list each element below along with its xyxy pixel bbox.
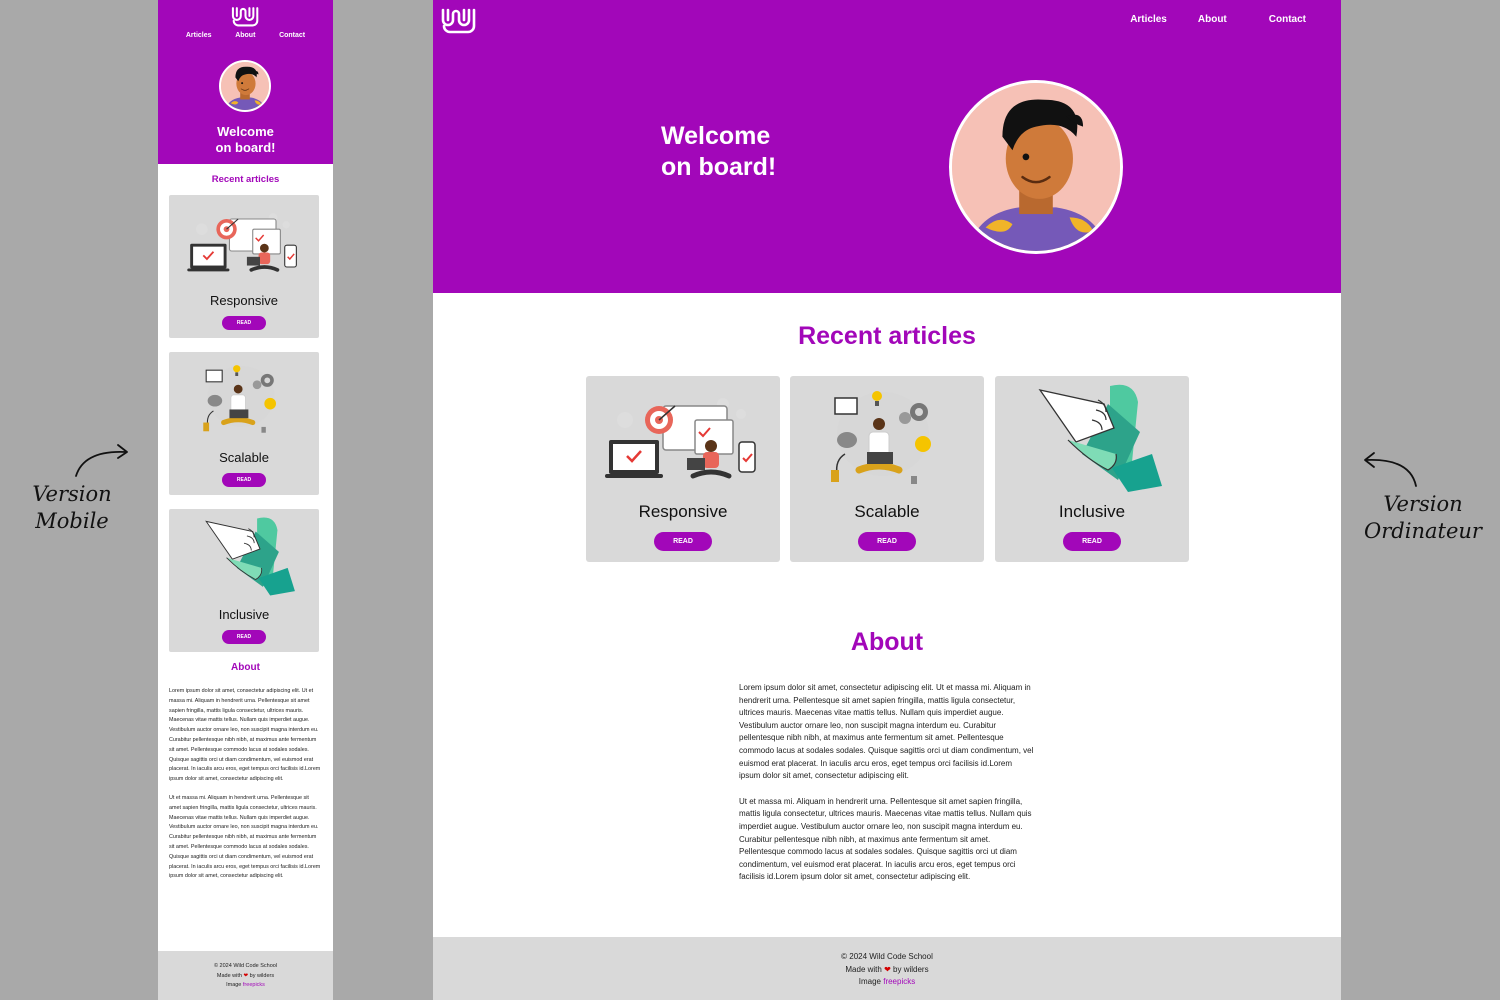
- freepicks-link[interactable]: freepicks: [883, 977, 915, 986]
- article-card-responsive: Responsive READ: [586, 376, 780, 562]
- footer-made-prefix: Made with: [216, 972, 242, 979]
- about-paragraph-1: Lorem ipsum dolor sit amet, consectetur …: [169, 688, 321, 783]
- freepicks-link[interactable]: freepicks: [243, 982, 265, 988]
- read-button[interactable]: READ: [654, 532, 712, 551]
- desktop-footer: © 2024 Wild Code School Made with ❤ by w…: [433, 937, 1341, 1000]
- about-title: About: [850, 628, 924, 656]
- desktop-nav: Articles About Contact: [1130, 14, 1341, 25]
- avatar: [219, 60, 271, 112]
- mobile-mockup: Articles About Contact Welcome on board!…: [158, 0, 333, 1000]
- desktop-header: Articles About Contact Welcome on board!: [433, 0, 1341, 293]
- mobile-version-note: Version Mobile: [20, 481, 124, 535]
- nav-articles-link[interactable]: Articles: [186, 32, 212, 39]
- wave-logo-icon[interactable]: [230, 5, 261, 27]
- footer-image-credit: Image freepicks: [158, 981, 333, 991]
- nav-contact-link[interactable]: Contact: [1269, 14, 1306, 25]
- footer-made-prefix: Made with: [845, 964, 882, 974]
- article-card-inclusive: Inclusive READ: [995, 376, 1189, 562]
- footer-made-suffix: by wilders: [249, 972, 275, 979]
- footer-image-prefix: Image: [858, 977, 881, 986]
- card-title: Responsive: [638, 502, 728, 521]
- desktop-mockup: Articles About Contact Welcome on board!…: [433, 0, 1341, 1000]
- nav-contact-link[interactable]: Contact: [279, 32, 305, 39]
- about-paragraph-1: Lorem ipsum dolor sit amet, consectetur …: [739, 683, 1034, 781]
- scalable-illustration-icon: [807, 384, 967, 494]
- mobile-footer: © 2024 Wild Code School Made with ❤ by w…: [158, 951, 333, 1000]
- nav-articles-link[interactable]: Articles: [1130, 14, 1167, 25]
- welcome-line-2: on board!: [661, 153, 777, 181]
- read-button[interactable]: READ: [1063, 532, 1121, 551]
- card-title: Scalable: [219, 450, 269, 465]
- read-button[interactable]: READ: [222, 630, 266, 644]
- recent-articles-title: Recent articles: [211, 174, 280, 185]
- read-button[interactable]: READ: [222, 473, 266, 487]
- desktop-note-line-2: Ordinateur: [1364, 519, 1482, 543]
- welcome-title: Welcome on board!: [158, 124, 333, 156]
- about-text: Lorem ipsum dolor sit amet, consectetur …: [739, 682, 1035, 884]
- nav-about-link[interactable]: About: [1198, 14, 1227, 25]
- heart-icon: ❤: [243, 972, 249, 979]
- about-paragraph-2: Ut et massa mi. Aliquam in hendrerit urn…: [169, 794, 321, 880]
- avatar-icon: [952, 83, 1120, 251]
- welcome-line-1: Welcome: [661, 122, 771, 150]
- responsive-illustration-icon: [184, 203, 304, 283]
- footer-image-credit: Image freepicks: [433, 976, 1341, 989]
- welcome-line-2: on board!: [215, 140, 276, 155]
- card-title: Inclusive: [218, 607, 270, 622]
- avatar: [949, 80, 1123, 254]
- footer-made-with: Made with ❤ by wilders: [433, 964, 1341, 977]
- recent-articles-title: Recent articles: [798, 322, 976, 350]
- desktop-arrow-icon: [1364, 452, 1417, 487]
- card-title: Scalable: [854, 502, 920, 521]
- mobile-note-line-1: Version: [32, 482, 112, 506]
- responsive-illustration-icon: [603, 384, 763, 494]
- desktop-note-line-1: Version: [1383, 492, 1463, 516]
- welcome-title: Welcome on board!: [661, 121, 776, 183]
- article-card-scalable: Scalable READ: [169, 352, 319, 495]
- about-paragraph-2: Ut et massa mi. Aliquam in hendrerit urn…: [739, 796, 1032, 882]
- footer-made-suffix: by wilders: [893, 964, 929, 974]
- article-card-inclusive: Inclusive READ: [169, 509, 319, 652]
- footer-made-with: Made with ❤ by wilders: [158, 972, 333, 982]
- mobile-nav: Articles About Contact: [158, 32, 333, 39]
- wave-logo-icon[interactable]: [440, 6, 478, 34]
- footer-copyright: © 2024 Wild Code School: [213, 963, 278, 969]
- nav-about-link[interactable]: About: [235, 32, 255, 39]
- card-title: Inclusive: [1058, 502, 1126, 521]
- footer-image-prefix: Image: [226, 982, 242, 989]
- about-text: Lorem ipsum dolor sit amet, consectetur …: [169, 687, 322, 882]
- card-title: Responsive: [210, 293, 278, 308]
- read-button[interactable]: READ: [222, 316, 266, 330]
- about-title: About: [231, 662, 260, 673]
- footer-copyright: © 2024 Wild Code School: [841, 952, 933, 961]
- article-card-scalable: Scalable READ: [790, 376, 984, 562]
- inclusive-hands-illustration-icon: [1012, 384, 1172, 494]
- avatar-icon: [221, 62, 269, 110]
- desktop-version-note: Version Ordinateur: [1356, 491, 1490, 545]
- read-button[interactable]: READ: [858, 532, 916, 551]
- inclusive-hands-illustration-icon: [184, 517, 304, 597]
- heart-icon: ❤: [884, 964, 891, 974]
- mobile-header: Articles About Contact Welcome on board!: [158, 0, 333, 164]
- scalable-illustration-icon: [184, 360, 304, 440]
- mobile-note-line-2: Mobile: [35, 509, 109, 533]
- article-card-responsive: Responsive READ: [169, 195, 319, 338]
- mobile-arrow-icon: [75, 444, 128, 477]
- welcome-line-1: Welcome: [217, 124, 274, 139]
